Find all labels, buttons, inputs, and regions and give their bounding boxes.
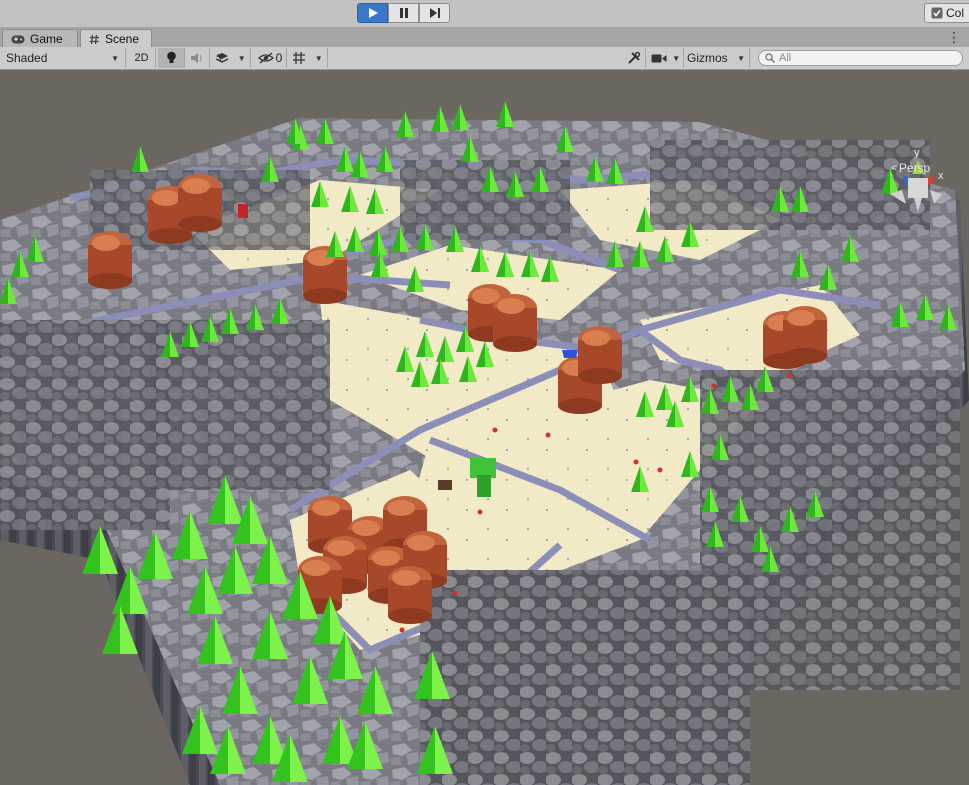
speaker-icon [191,53,202,63]
gamepad-icon [11,35,25,43]
gizmos-label: Gizmos [687,51,728,65]
hidden-count: 0 [275,51,283,65]
step-button[interactable] [419,3,450,23]
lighting-toggle-button[interactable] [158,48,185,68]
blue-object [562,350,578,358]
2d-toggle-button[interactable]: 2D [128,48,156,68]
axis-x-label: x [938,170,944,182]
chevron-down-icon: ▼ [737,53,745,63]
pause-icon [399,8,408,18]
step-icon [429,8,440,18]
check-icon [931,7,943,19]
gizmo-center-cube[interactable] [908,178,928,198]
gizmos-dropdown[interactable]: Gizmos ▼ [684,48,750,68]
collab-label: Col [945,6,964,20]
hidden-objects-toggle[interactable]: 0 [254,48,287,68]
collab-button[interactable]: Col [923,3,969,23]
scene-toolbar: Shaded ▼ 2D ▼ 0 ▼ ▼ Gizmos ▼ All [0,47,969,70]
layers-icon [215,52,229,63]
draw-mode-dropdown[interactable]: Shaded ▼ [0,48,126,68]
projection-toggle[interactable]: < Persp [891,161,930,175]
pause-button[interactable] [388,3,419,23]
tab-scene[interactable]: Scene [80,29,152,48]
more-options-icon[interactable]: ⋮ [947,29,961,45]
2d-label: 2D [134,52,149,64]
tools-toggle-button[interactable] [622,48,646,68]
hash-icon [89,34,99,44]
search-icon [765,53,775,63]
effects-dropdown[interactable]: ▼ [211,48,251,68]
chevron-down-icon: ▼ [111,53,119,63]
play-icon [368,8,378,18]
tab-scene-label: Scene [105,32,140,46]
tab-game-label: Game [30,32,63,46]
play-button[interactable] [357,3,388,23]
scene-canvas[interactable] [0,70,969,785]
search-field[interactable] [758,50,963,66]
tab-strip: Game Scene ⋮ [0,27,969,48]
search-input[interactable] [779,52,959,64]
camera-icon [651,54,667,62]
scene-viewport[interactable]: y x < Persp [0,70,969,785]
tab-game[interactable]: Game [2,29,78,48]
tools-icon [627,51,640,64]
chevron-down-icon: ▼ [237,53,246,63]
axis-y-label: y [914,147,920,159]
audio-toggle-button[interactable] [185,48,210,68]
chevron-left-icon: < [891,162,897,174]
eye-slash-icon [257,52,274,64]
chevron-down-icon: ▼ [672,53,681,63]
chevron-down-icon: ▼ [314,53,323,63]
camera-dropdown[interactable]: ▼ [648,48,684,68]
draw-mode-label: Shaded [6,51,48,65]
projection-label: Persp [898,161,931,175]
play-toolbar: Col [0,0,969,28]
grid-icon [293,52,306,64]
grid-dropdown[interactable]: ▼ [288,48,328,68]
chest [438,480,452,490]
lightbulb-icon [166,51,176,63]
